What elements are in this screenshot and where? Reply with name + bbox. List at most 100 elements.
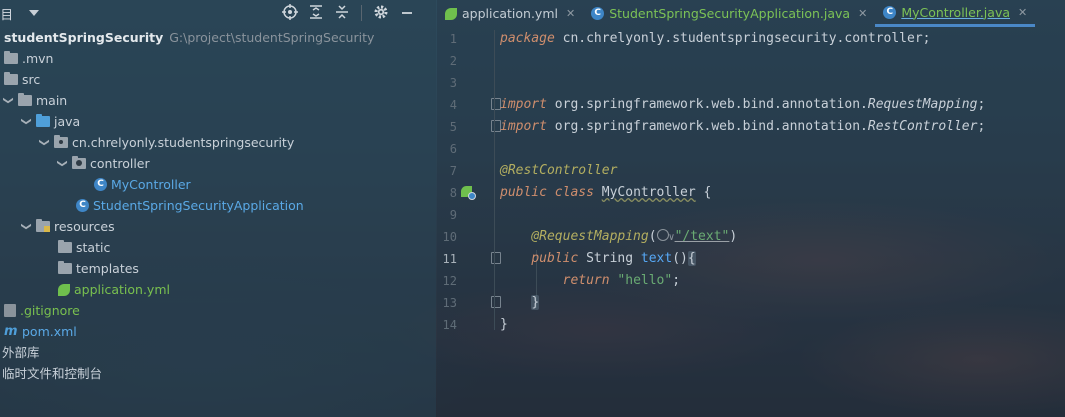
tree-item-label: pom.xml xyxy=(22,324,77,339)
tab-label: application.yml xyxy=(462,6,558,21)
chevron-down-icon[interactable] xyxy=(29,10,40,16)
close-icon[interactable]: ✕ xyxy=(858,7,867,20)
brace: { xyxy=(695,185,712,200)
class-icon: C xyxy=(591,7,605,20)
paren: () xyxy=(672,251,688,266)
spring-bean-gutter-icon[interactable] xyxy=(461,185,476,200)
tree-item-external-libraries[interactable]: 外部库 xyxy=(2,342,40,363)
line-number: 8 xyxy=(449,186,457,200)
semicolon: ; xyxy=(977,119,986,134)
code-line-8[interactable]: public class MyController { xyxy=(500,182,711,204)
line-number: 12 xyxy=(442,274,457,288)
class-icon: C xyxy=(94,178,107,191)
editor-tab-bar: application.yml ✕ C StudentSpringSecurit… xyxy=(437,0,1065,27)
tree-item-gitignore[interactable]: .gitignore xyxy=(4,300,80,321)
tree-item-static[interactable]: static xyxy=(58,237,110,258)
method-name: text xyxy=(640,251,673,266)
tree-item-pom[interactable]: m pom.xml xyxy=(4,321,77,342)
class-icon: C xyxy=(76,199,89,212)
chevron-down-icon[interactable]: ❯ xyxy=(0,95,19,107)
tree-item-label: StudentSpringSecurityApplication xyxy=(93,198,304,213)
tree-item-resources[interactable]: ❯ resources xyxy=(20,216,115,237)
keyword: public xyxy=(500,185,547,200)
tab-label: StudentSpringSecurityApplication.java xyxy=(609,6,851,21)
code-line-12[interactable]: return "hello"; xyxy=(500,270,680,292)
chevron-down-icon[interactable]: ❯ xyxy=(16,221,37,233)
tree-item-label: MyController xyxy=(111,177,191,192)
brace-highlighted: } xyxy=(531,295,540,310)
import-class: RestController xyxy=(867,119,978,134)
keyword: class xyxy=(546,185,602,200)
project-toolbar: 项目 xyxy=(0,0,436,26)
tree-item-application-yml[interactable]: application.yml xyxy=(58,279,170,300)
tree-item-label: resources xyxy=(54,219,115,234)
code-line-11[interactable]: public String text(){ xyxy=(500,248,696,270)
tab-mycontroller[interactable]: C MyController.java ✕ xyxy=(875,0,1036,27)
paren: ( xyxy=(648,229,657,244)
code-line-5[interactable]: import org.springframework.web.bind.anno… xyxy=(500,116,985,138)
tab-application-yml[interactable]: application.yml ✕ xyxy=(437,0,583,27)
line-number: 1 xyxy=(449,32,457,46)
tree-item-label: main xyxy=(36,93,68,108)
import-class: RequestMapping xyxy=(867,97,978,112)
chevron-down-icon[interactable]: ❯ xyxy=(34,137,55,149)
semicolon: ; xyxy=(672,273,681,288)
close-icon[interactable]: ✕ xyxy=(566,7,575,20)
line-number-current: 11 xyxy=(442,252,457,266)
tree-item-label: static xyxy=(76,240,111,255)
project-panel: 项目 studentSpringSecurity G:\project\stud… xyxy=(0,0,436,417)
chevron-down-icon[interactable]: ❯ xyxy=(16,116,37,128)
tree-item-application-class[interactable]: C StudentSpringSecurityApplication xyxy=(76,195,304,216)
tree-item-main[interactable]: ❯ main xyxy=(2,90,67,111)
line-number: 7 xyxy=(449,164,457,178)
line-number: 2 xyxy=(449,54,457,68)
code-line-4[interactable]: import org.springframework.web.bind.anno… xyxy=(500,94,985,116)
tree-item-mvn[interactable]: .mvn xyxy=(4,48,53,69)
package-name: cn.chrelyonly.studentspringsecurity.cont… xyxy=(554,31,931,46)
code-line-14[interactable]: } xyxy=(500,314,508,336)
annotation: @RestController xyxy=(500,163,618,178)
chevron-down-icon[interactable]: ❯ xyxy=(52,158,73,170)
close-icon[interactable]: ✕ xyxy=(1018,6,1027,19)
folder-icon xyxy=(4,72,18,85)
gear-icon[interactable] xyxy=(372,4,390,22)
tree-item-label: templates xyxy=(76,261,139,276)
tree-root-project[interactable]: studentSpringSecurity G:\project\student… xyxy=(4,27,374,48)
project-root-label: studentSpringSecurity xyxy=(4,30,164,45)
tree-item-scratches[interactable]: 临时文件和控制台 xyxy=(2,363,102,384)
keyword: package xyxy=(500,31,555,46)
indent-guide xyxy=(494,30,495,330)
tree-item-package[interactable]: ❯ cn.chrelyonly.studentspringsecurity xyxy=(38,132,294,153)
tree-item-controller[interactable]: ❯ controller xyxy=(56,153,150,174)
folder-icon xyxy=(58,240,72,253)
tree-item-label: java xyxy=(54,114,81,129)
return-type: String xyxy=(578,251,641,266)
tree-item-src[interactable]: src xyxy=(4,69,40,90)
target-icon[interactable] xyxy=(281,4,299,22)
tree-item-java[interactable]: ❯ java xyxy=(20,111,80,132)
code-line-10[interactable]: @RequestMapping(∨"/text") xyxy=(500,226,737,248)
project-panel-title[interactable]: 项目 xyxy=(0,4,13,23)
line-number: 3 xyxy=(449,76,457,90)
code-line-1[interactable]: package cn.chrelyonly.studentspringsecur… xyxy=(500,28,930,50)
tree-item-label: controller xyxy=(90,156,150,171)
code-editor: application.yml ✕ C StudentSpringSecurit… xyxy=(437,0,1065,417)
tree-item-label: cn.chrelyonly.studentspringsecurity xyxy=(72,135,295,150)
tree-item-mycontroller[interactable]: C MyController xyxy=(94,174,191,195)
code-line-13[interactable]: } xyxy=(500,292,540,314)
code-line-7[interactable]: @RestController xyxy=(500,160,617,182)
toolbar-divider xyxy=(361,5,362,21)
expand-all-icon[interactable] xyxy=(307,4,325,22)
project-toolbar-icons xyxy=(281,4,416,22)
tree-item-label: 临时文件和控制台 xyxy=(2,366,103,381)
minimize-icon[interactable] xyxy=(398,4,416,22)
line-number: 13 xyxy=(442,296,457,310)
collapse-all-icon[interactable] xyxy=(333,4,351,22)
folder-icon xyxy=(18,93,32,106)
import-package: org.springframework.web.bind.annotation. xyxy=(546,97,868,112)
line-number: 10 xyxy=(442,230,457,244)
web-endpoint-icon[interactable] xyxy=(656,229,669,241)
keyword: import xyxy=(500,119,547,134)
tree-item-templates[interactable]: templates xyxy=(58,258,139,279)
tab-application-class[interactable]: C StudentSpringSecurityApplication.java … xyxy=(583,0,875,27)
